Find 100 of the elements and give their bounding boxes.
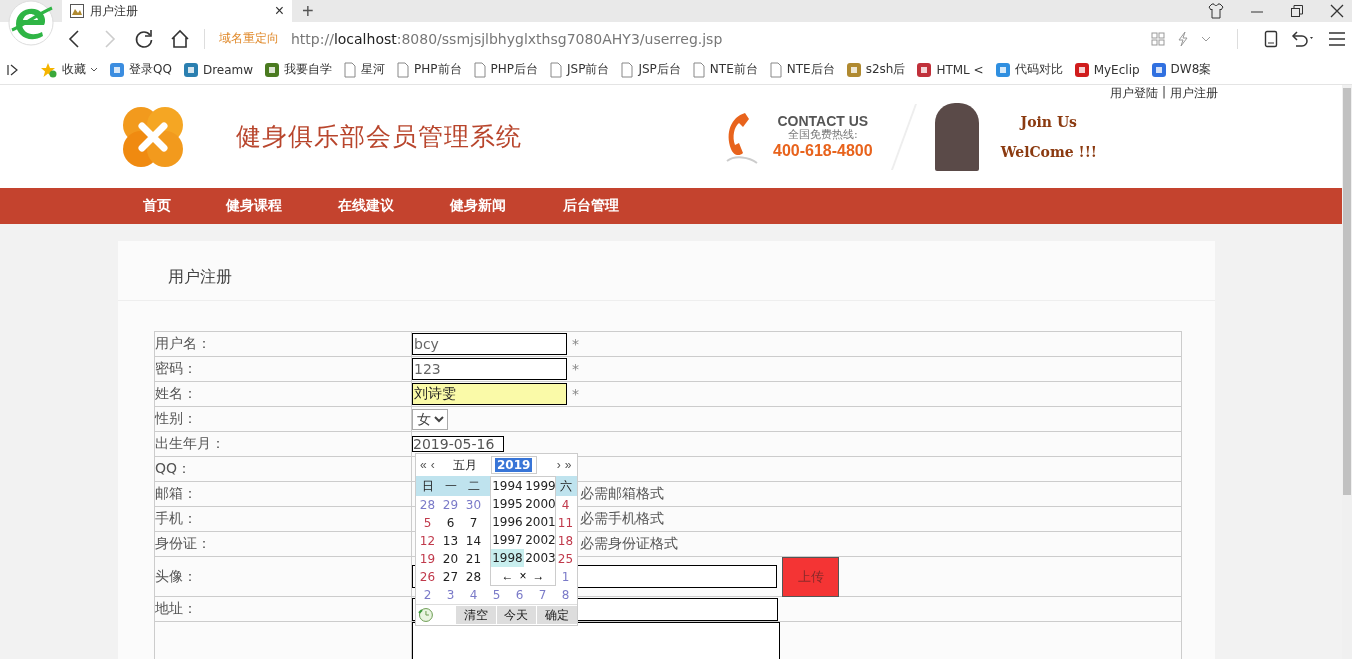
- year-nav-button[interactable]: ×: [519, 569, 527, 583]
- calendar-day[interactable]: 26: [416, 568, 439, 586]
- sidebar-toggle-icon[interactable]: [6, 62, 20, 77]
- reload-icon[interactable]: [134, 28, 154, 49]
- home-icon[interactable]: [170, 28, 190, 49]
- calendar-day[interactable]: 4: [554, 496, 577, 514]
- bookmark-item[interactable]: 代码对比: [994, 61, 1063, 78]
- shirt-icon[interactable]: [1208, 3, 1224, 19]
- close-icon[interactable]: [1330, 4, 1344, 18]
- calendar-day[interactable]: 12: [416, 532, 439, 550]
- prev-button[interactable]: «: [420, 458, 427, 472]
- year-option[interactable]: 1999: [524, 477, 557, 495]
- menu-icon[interactable]: [1328, 30, 1346, 47]
- year-option[interactable]: 1998: [491, 549, 524, 567]
- prev-button[interactable]: ‹: [430, 458, 435, 472]
- next-button[interactable]: ›: [556, 458, 561, 472]
- month-label[interactable]: 五月: [452, 456, 477, 474]
- calendar-day[interactable]: 7: [531, 586, 554, 604]
- calendar-day[interactable]: 28: [462, 568, 485, 586]
- browser-tab[interactable]: 用户注册 ×: [62, 0, 292, 22]
- lightning-icon[interactable]: [1177, 30, 1189, 47]
- page-icon: [768, 61, 783, 78]
- welcome-text: WelCome !!!: [1000, 143, 1097, 160]
- bookmark-item[interactable]: NTE后台: [768, 61, 835, 78]
- bookmark-item[interactable]: HTML <: [916, 61, 984, 78]
- calendar-button[interactable]: 清空: [455, 606, 496, 624]
- calendar-day[interactable]: 29: [439, 496, 462, 514]
- bookmark-item[interactable]: 星河: [343, 61, 386, 78]
- calendar-day[interactable]: 11: [554, 514, 577, 532]
- year-option[interactable]: 1997: [491, 531, 524, 549]
- bookmark-item[interactable]: 我要自学: [264, 61, 333, 78]
- calendar-day[interactable]: 6: [439, 514, 462, 532]
- bookmark-item[interactable]: JSP前台: [549, 61, 610, 78]
- address-field[interactable]: http://localhost:8080/ssmjsjlbhyglxthsg7080AHY3/userreg.jsp: [291, 30, 1151, 47]
- bookmark-item[interactable]: JSP后台: [620, 61, 681, 78]
- next-button[interactable]: »: [564, 458, 572, 472]
- register-link[interactable]: 用户注册: [1170, 85, 1218, 102]
- year-option[interactable]: 1995: [491, 495, 524, 513]
- calendar-day[interactable]: 8: [554, 586, 577, 604]
- text-field[interactable]: 刘诗雯: [412, 383, 567, 405]
- year-nav-button[interactable]: ←: [501, 569, 514, 583]
- bookmark-item[interactable]: PHP后台: [472, 61, 539, 78]
- gender-select[interactable]: 女: [412, 408, 448, 430]
- undo-icon[interactable]: [1290, 29, 1316, 48]
- calendar-day[interactable]: 14: [462, 532, 485, 550]
- nav-link[interactable]: 健身课程: [226, 197, 282, 215]
- calendar-day[interactable]: 1: [554, 568, 577, 586]
- year-option[interactable]: 2001: [524, 513, 557, 531]
- weekday-label: 二: [466, 477, 481, 495]
- nav-link[interactable]: 首页: [143, 197, 171, 215]
- field-label: 用户名：: [155, 335, 211, 353]
- calendar-day[interactable]: 25: [554, 550, 577, 568]
- scrollbar-thumb[interactable]: [1343, 88, 1351, 495]
- calendar-day[interactable]: 20: [439, 550, 462, 568]
- close-tab-button[interactable]: ×: [274, 2, 284, 20]
- calendar-button[interactable]: 确定: [537, 606, 577, 624]
- calendar-button[interactable]: 今天: [496, 606, 537, 624]
- bookmark-item[interactable]: 登录QQ: [109, 61, 172, 78]
- year-option[interactable]: 2000: [524, 495, 557, 513]
- calendar-day[interactable]: 5: [416, 514, 439, 532]
- nav-link[interactable]: 健身新闻: [450, 197, 506, 215]
- required-mark: *: [572, 336, 579, 352]
- text-field[interactable]: 123: [412, 358, 567, 380]
- login-link[interactable]: 用户登陆: [1109, 85, 1158, 102]
- bookmark-item[interactable]: DW8案: [1150, 61, 1212, 78]
- calendar-day[interactable]: 13: [439, 532, 462, 550]
- nav-link[interactable]: 后台管理: [563, 197, 619, 215]
- bookmark-item[interactable]: 收藏: [40, 61, 98, 78]
- calendar-day[interactable]: 21: [462, 550, 485, 568]
- calendar-day[interactable]: 18: [554, 532, 577, 550]
- calendar-day[interactable]: 7: [462, 514, 485, 532]
- tablet-icon[interactable]: [1264, 29, 1278, 48]
- text-field[interactable]: bcy: [412, 333, 567, 355]
- year-nav-button[interactable]: →: [532, 569, 545, 583]
- photo-placeholder: [934, 102, 979, 171]
- year-option[interactable]: 2003: [524, 549, 557, 567]
- calendar-day[interactable]: 5: [485, 586, 508, 604]
- new-tab-button[interactable]: +: [292, 0, 324, 22]
- calendar-day[interactable]: 27: [439, 568, 462, 586]
- calendar-day[interactable]: 30: [462, 496, 485, 514]
- bookmark-item[interactable]: NTE前台: [691, 61, 758, 78]
- calendar-day[interactable]: 3: [439, 586, 462, 604]
- bookmark-item[interactable]: Dreamw: [182, 61, 254, 78]
- calendar-day[interactable]: 4: [462, 586, 485, 604]
- bookmark-item[interactable]: s2sh后: [845, 61, 906, 78]
- calendar-day[interactable]: 19: [416, 550, 439, 568]
- caret-icon[interactable]: [1201, 34, 1211, 43]
- year-option[interactable]: 2002: [524, 531, 557, 549]
- year-option[interactable]: 1994: [491, 477, 524, 495]
- calendar-day[interactable]: 28: [416, 496, 439, 514]
- calendar-day[interactable]: 2: [416, 586, 439, 604]
- required-mark: *: [572, 361, 579, 377]
- bookmark-item[interactable]: PHP前台: [396, 61, 462, 78]
- nav-link[interactable]: 在线建议: [338, 197, 394, 215]
- date-field[interactable]: 2019-05-16: [412, 436, 504, 452]
- year-option[interactable]: 1996: [491, 513, 524, 531]
- calendar-day[interactable]: 6: [508, 586, 531, 604]
- clock-icon[interactable]: [418, 607, 434, 623]
- maximize-icon[interactable]: [1290, 4, 1304, 18]
- bookmark-item[interactable]: MyEclip: [1073, 61, 1140, 78]
